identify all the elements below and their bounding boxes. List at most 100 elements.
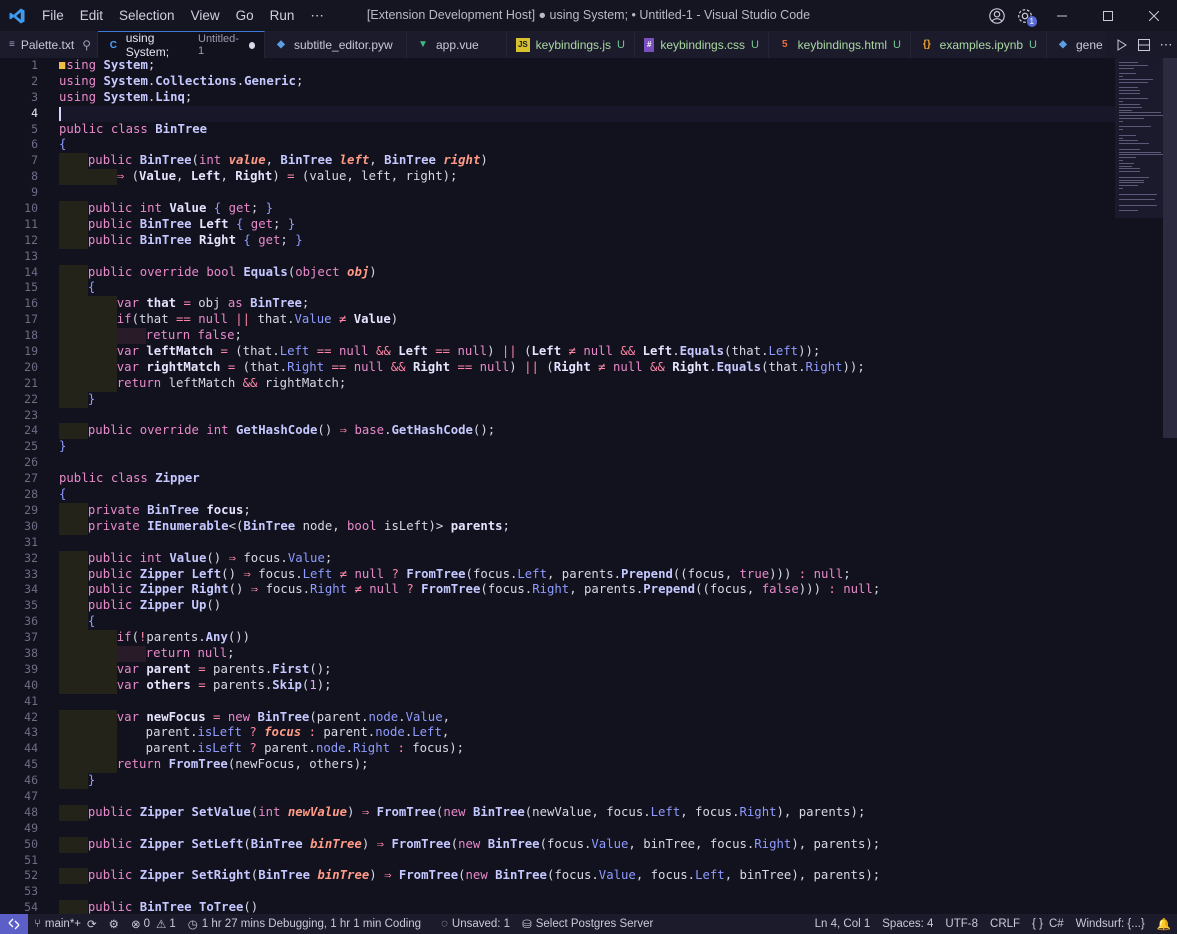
line-number: 32 <box>24 550 38 565</box>
line-number: 40 <box>24 677 38 692</box>
warning-icon: ⚠ <box>156 919 167 931</box>
minimap[interactable] <box>1115 58 1163 218</box>
line-number: 2 <box>31 73 38 88</box>
tab-subtitle-editor[interactable]: ◆ subtitle_editor.pyw <box>265 31 407 58</box>
minimap-line <box>1119 165 1133 167</box>
minimap-line <box>1119 140 1138 142</box>
line-number: 41 <box>24 693 38 708</box>
language-mode[interactable]: { } C# <box>1026 914 1070 934</box>
code-content[interactable]: using System; using System.Collections.G… <box>59 58 1115 914</box>
line-number-gutter: 1 2 3 4 5 6 7 8 9 10 11 12 13 14 15 16 17 18 19 20 21 22 23 24 2… <box>0 58 52 914</box>
warning-count: 1 <box>169 918 176 930</box>
tab-keybindings-css[interactable]: # keybindings.css U <box>635 31 769 58</box>
menu-go[interactable]: Go <box>228 0 262 31</box>
tab-app-vue[interactable]: ▼ app.vue <box>407 31 507 58</box>
current-line[interactable] <box>59 105 1115 122</box>
menu-run[interactable]: Run <box>262 0 303 31</box>
line-number: 39 <box>24 661 38 676</box>
sync-icon[interactable]: ⟳ <box>87 917 97 931</box>
git-status-badge: U <box>1029 38 1037 51</box>
minimap-line <box>1119 64 1148 66</box>
gear-badge: 1 <box>1026 16 1037 27</box>
minimap-line <box>1119 90 1140 91</box>
line-number: 36 <box>24 614 38 629</box>
manage-gear-icon[interactable]: 1 <box>1011 0 1039 31</box>
line-number: 23 <box>24 407 38 422</box>
line-number: 12 <box>24 232 38 247</box>
tab-palette-txt[interactable]: ≡ Palette.txt ⚲ <box>0 31 98 58</box>
more-actions-icon[interactable]: ⋯ <box>1155 31 1177 58</box>
line-number: 38 <box>24 645 38 660</box>
minimap-line <box>1119 78 1154 80</box>
line-number: 22 <box>24 391 38 406</box>
windsurf-status[interactable]: Windsurf: {...} <box>1070 914 1151 934</box>
line-number: 44 <box>24 741 38 756</box>
tab-sublabel: Untitled-1 <box>198 33 239 57</box>
pin-icon[interactable]: ⚲ <box>82 38 91 52</box>
git-status-badge: U <box>893 38 901 51</box>
line-number: 15 <box>24 280 38 295</box>
line-number: 34 <box>24 582 38 597</box>
minimap-line <box>1119 118 1144 119</box>
line-ending[interactable]: CRLF <box>984 914 1026 934</box>
line-number: 30 <box>24 518 38 533</box>
split-editor-icon[interactable] <box>1133 31 1155 58</box>
minimap-line <box>1119 112 1161 114</box>
minimap-line <box>1119 137 1123 139</box>
line-number: 37 <box>24 630 38 645</box>
tab-keybindings-html[interactable]: 5 keybindings.html U <box>769 31 911 58</box>
line-number: 54 <box>24 900 38 914</box>
unsaved-dot-icon[interactable] <box>248 41 255 49</box>
menu-file[interactable]: File <box>34 0 72 31</box>
menu-edit[interactable]: Edit <box>72 0 111 31</box>
cursor-position[interactable]: Ln 4, Col 1 <box>809 914 877 934</box>
close-window-button[interactable] <box>1131 0 1177 31</box>
tab-untitled-1[interactable]: C using System; Untitled-1 <box>98 31 265 58</box>
postgres-server-selector[interactable]: ⛁ Select Postgres Server <box>516 914 659 934</box>
html-file-icon: 5 <box>782 39 788 50</box>
minimap-line <box>1119 188 1123 189</box>
windsurf-label: Windsurf: {...} <box>1075 918 1145 930</box>
git-branch[interactable]: ⑂ main*+ ⟳ <box>28 914 103 934</box>
encoding[interactable]: UTF-8 <box>939 914 984 934</box>
account-icon[interactable] <box>983 0 1011 31</box>
git-status-badge: U <box>751 38 759 51</box>
time-tracking[interactable]: ◷ 1 hr 27 mins Debugging, 1 hr 1 min Cod… <box>182 914 427 934</box>
problems-indicator[interactable]: ⊗ 0 ⚠ 1 <box>125 914 182 934</box>
indentation[interactable]: Spaces: 4 <box>876 914 939 934</box>
minimap-line <box>1119 106 1142 108</box>
text-cursor <box>59 106 61 121</box>
remote-indicator-icon[interactable] <box>0 914 28 934</box>
save-icon: ◌ <box>441 918 448 930</box>
notifications-bell-icon[interactable]: 🔔 <box>1151 914 1177 934</box>
minimap-line <box>1119 101 1123 103</box>
minimap-line <box>1119 182 1144 184</box>
unsaved-indicator[interactable]: ◌ Unsaved: 1 <box>435 914 516 934</box>
code-editor[interactable]: 1 2 3 4 5 6 7 8 9 10 11 12 13 14 15 16 17 18 19 20 21 22 23 24 2… <box>0 58 1177 914</box>
minimap-line <box>1119 134 1137 136</box>
run-icon[interactable] <box>1111 31 1133 58</box>
minimap-line <box>1119 129 1123 131</box>
css-file-icon: # <box>644 37 655 52</box>
extension-status[interactable]: ⚙ <box>103 914 125 934</box>
tab-keybindings-js[interactable]: JS keybindings.js U <box>507 31 635 58</box>
minimap-line <box>1119 176 1150 178</box>
vertical-scrollbar[interactable] <box>1163 58 1177 438</box>
minimap-line <box>1119 204 1157 206</box>
menu-more[interactable]: ⋯ <box>302 0 332 31</box>
time-tracking-label: 1 hr 27 mins Debugging, 1 hr 1 min Codin… <box>201 918 422 930</box>
tab-examples-ipynb[interactable]: {} examples.ipynb U <box>911 31 1047 58</box>
maximize-button[interactable] <box>1085 0 1131 31</box>
minimap-line <box>1119 193 1157 195</box>
language-label: C# <box>1048 918 1064 930</box>
line-number: 35 <box>24 598 38 613</box>
menu-view[interactable]: View <box>183 0 228 31</box>
line-number: 48 <box>24 804 38 819</box>
minimize-button[interactable] <box>1039 0 1085 31</box>
tab-label: keybindings.html <box>797 37 888 52</box>
minimap-line <box>1119 179 1144 181</box>
git-status-badge: U <box>617 38 625 51</box>
minimap-line <box>1119 210 1138 212</box>
line-number: 1 <box>31 58 38 72</box>
menu-selection[interactable]: Selection <box>111 0 183 31</box>
